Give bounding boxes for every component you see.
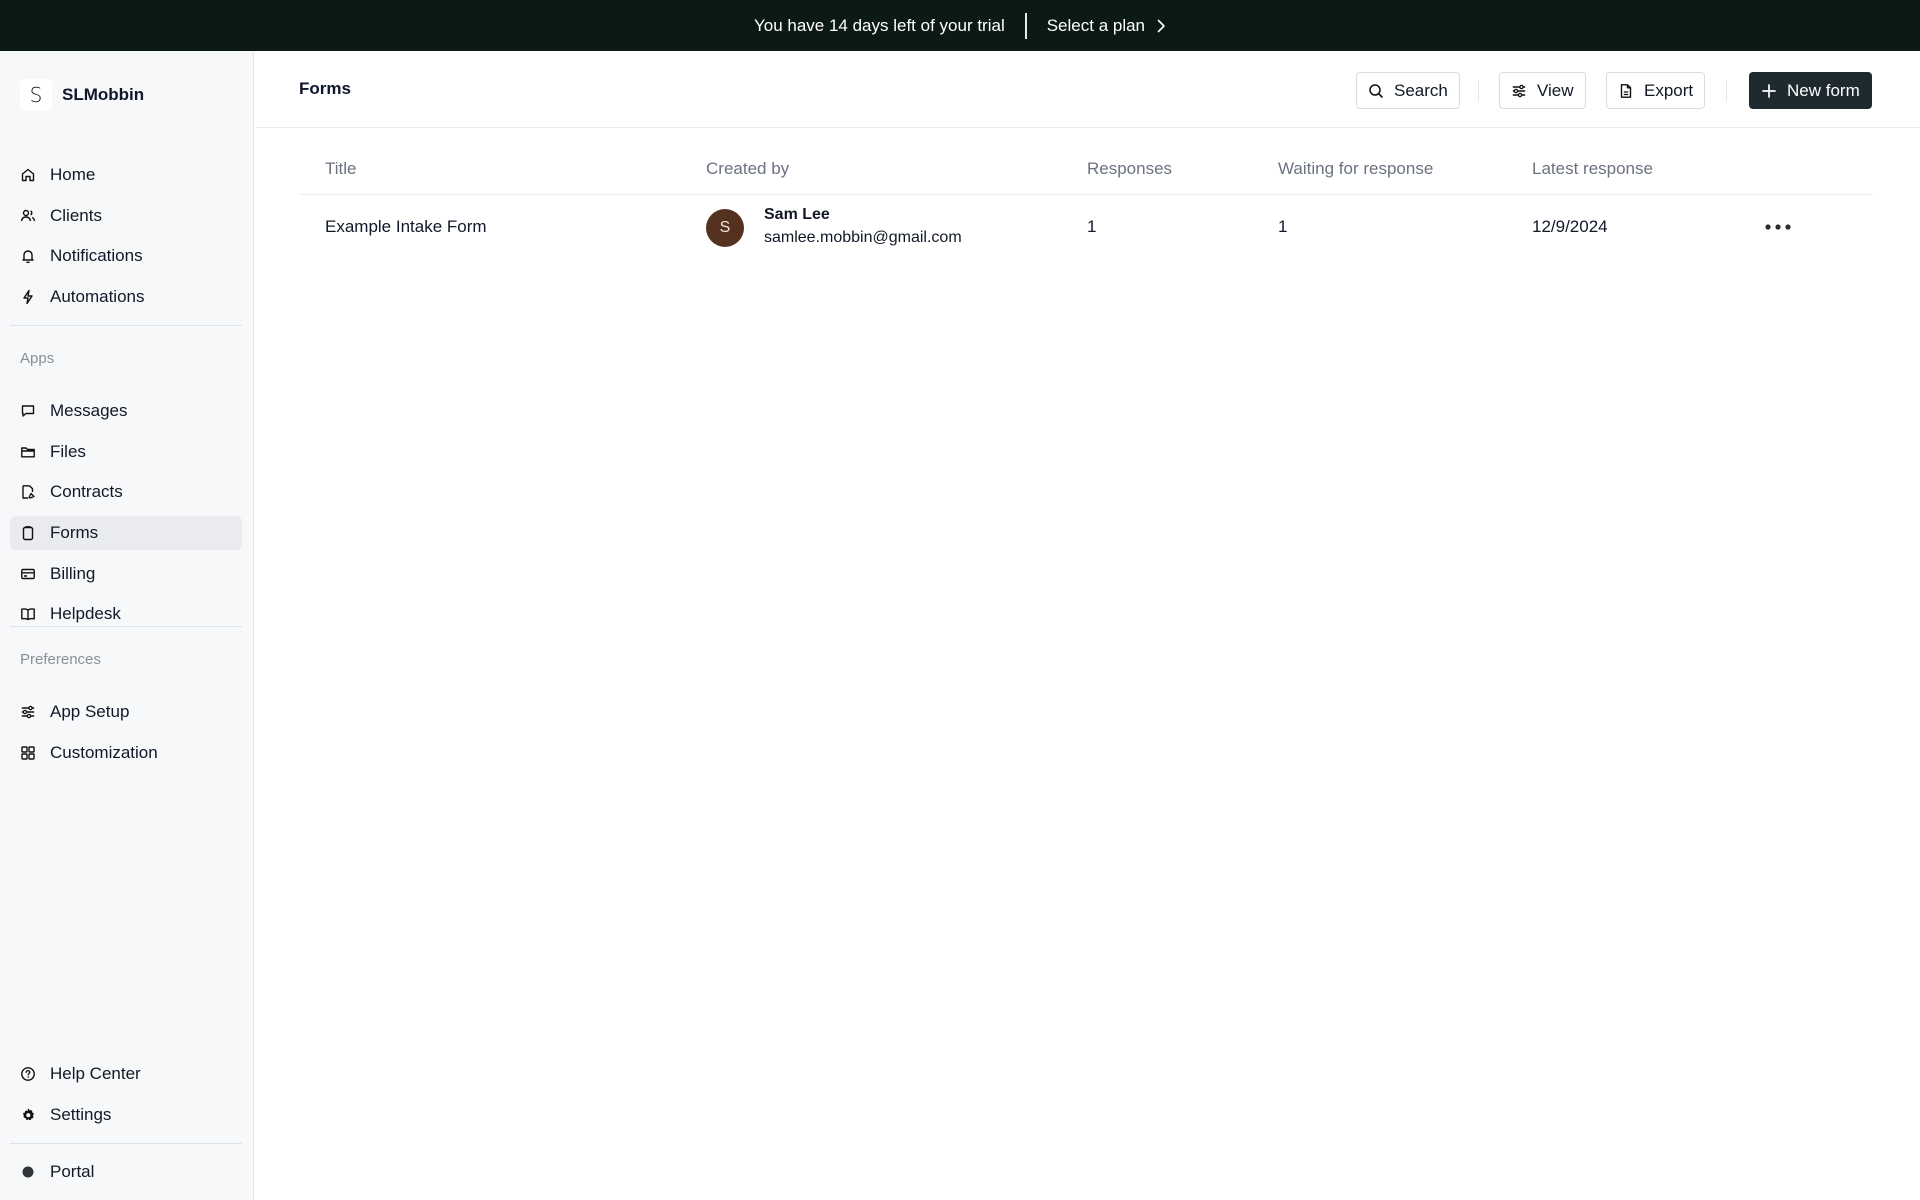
grid-icon <box>20 745 36 761</box>
new-form-button-label: New form <box>1787 80 1860 100</box>
sidebar-item-label: Clients <box>50 206 102 225</box>
trial-text: You have 14 days left of your trial <box>753 15 1005 35</box>
row-actions-button[interactable] <box>1760 213 1796 241</box>
sidebar-item-automations[interactable]: Automations <box>10 280 242 314</box>
sidebar-item-label: Files <box>50 442 86 461</box>
sidebar-item-label: Settings <box>50 1105 112 1124</box>
column-header-waiting[interactable]: Waiting for response <box>1278 159 1433 179</box>
folder-icon <box>20 444 36 460</box>
banner-divider <box>1024 12 1027 39</box>
sidebar-item-label: Portal <box>50 1162 95 1181</box>
sidebar: S SLMobbin Home Clients Notifications Au… <box>0 51 254 1200</box>
workspace-name: SLMobbin <box>62 85 145 104</box>
column-header-created-by[interactable]: Created by <box>706 159 789 179</box>
credit-card-icon <box>20 566 36 582</box>
select-plan-link[interactable]: Select a plan <box>1047 16 1166 36</box>
sidebar-item-help-center[interactable]: Help Center <box>10 1057 242 1091</box>
sidebar-item-notifications[interactable]: Notifications <box>10 239 242 273</box>
table-row[interactable]: Example Intake Form S Sam Lee samlee.mob… <box>299 195 1874 261</box>
sidebar-item-label: Contracts <box>50 482 123 501</box>
sidebar-item-contracts[interactable]: Contracts <box>10 475 242 509</box>
help-circle-icon <box>20 1066 36 1082</box>
sidebar-item-customization[interactable]: Customization <box>10 736 242 770</box>
sidebar-item-messages[interactable]: Messages <box>10 394 242 428</box>
form-title[interactable]: Example Intake Form <box>325 217 487 237</box>
sidebar-item-files[interactable]: Files <box>10 435 242 469</box>
waiting-count: 1 <box>1278 217 1288 236</box>
search-button[interactable]: Search <box>1356 72 1460 109</box>
more-horizontal-icon <box>1765 224 1791 230</box>
chevron-right-icon <box>1157 19 1165 32</box>
select-plan-label: Select a plan <box>1046 15 1146 35</box>
apps-section-label: Apps <box>20 350 55 367</box>
dot-icon <box>20 1164 36 1180</box>
bolt-icon <box>20 289 36 305</box>
book-icon <box>20 606 36 622</box>
sidebar-item-label: Forms <box>50 523 99 542</box>
contract-icon <box>20 484 36 500</box>
sidebar-item-app-setup[interactable]: App Setup <box>10 695 242 729</box>
sidebar-item-billing[interactable]: Billing <box>10 557 242 591</box>
sliders-icon <box>20 704 36 720</box>
gear-icon <box>20 1107 36 1123</box>
sidebar-item-label: Home <box>50 165 96 184</box>
responses-count: 1 <box>1087 217 1097 236</box>
sidebar-item-label: App Setup <box>50 702 130 721</box>
users-icon <box>20 208 36 224</box>
column-header-latest-response[interactable]: Latest response <box>1532 159 1653 179</box>
bell-icon <box>20 248 36 264</box>
search-button-label: Search <box>1394 80 1448 100</box>
column-header-responses[interactable]: Responses <box>1087 159 1172 179</box>
sidebar-item-label: Customization <box>50 743 158 762</box>
view-button[interactable]: View <box>1499 72 1586 109</box>
plus-icon <box>1762 83 1776 98</box>
header-divider <box>1478 81 1479 101</box>
creator-name: Sam Lee <box>764 206 830 223</box>
sidebar-item-portal[interactable]: Portal <box>10 1155 242 1189</box>
export-button[interactable]: Export <box>1606 72 1706 109</box>
sidebar-item-clients[interactable]: Clients <box>10 199 242 233</box>
page-title: Forms <box>299 79 351 98</box>
message-icon <box>20 403 36 419</box>
sidebar-item-label: Billing <box>50 564 96 583</box>
sidebar-item-settings[interactable]: Settings <box>10 1098 242 1132</box>
latest-response-date: 12/9/2024 <box>1532 217 1608 236</box>
search-icon <box>1369 83 1383 98</box>
trial-banner: You have 14 days left of your trial Sele… <box>0 0 1920 51</box>
sidebar-item-home[interactable]: Home <box>10 158 242 192</box>
export-button-label: Export <box>1644 80 1694 100</box>
creator-email: samlee.mobbin@gmail.com <box>764 229 962 246</box>
sidebar-item-label: Messages <box>50 401 128 420</box>
avatar: S <box>706 209 744 247</box>
sidebar-item-label: Help Center <box>50 1064 141 1083</box>
home-icon <box>20 167 36 183</box>
sliders-icon <box>1512 84 1526 97</box>
page-header: Forms Search View Export New form <box>255 51 1920 128</box>
table-header: Title Created by Responses Waiting for r… <box>299 128 1874 195</box>
sidebar-item-label: Automations <box>50 287 145 306</box>
sidebar-item-label: Helpdesk <box>50 604 121 623</box>
sidebar-divider <box>10 626 242 627</box>
view-button-label: View <box>1537 80 1574 100</box>
workspace-switcher[interactable]: S SLMobbin <box>20 78 144 112</box>
sidebar-item-label: Notifications <box>50 246 143 265</box>
preferences-section-label: Preferences <box>20 651 101 668</box>
clipboard-icon <box>20 525 36 541</box>
new-form-button[interactable]: New form <box>1749 72 1872 109</box>
workspace-logo: S <box>20 79 52 111</box>
file-icon <box>1620 83 1632 98</box>
column-header-title[interactable]: Title <box>325 159 357 179</box>
sidebar-item-forms[interactable]: Forms <box>10 516 242 550</box>
header-divider <box>1726 81 1727 101</box>
sidebar-divider <box>10 325 242 326</box>
sidebar-divider <box>10 1143 242 1144</box>
